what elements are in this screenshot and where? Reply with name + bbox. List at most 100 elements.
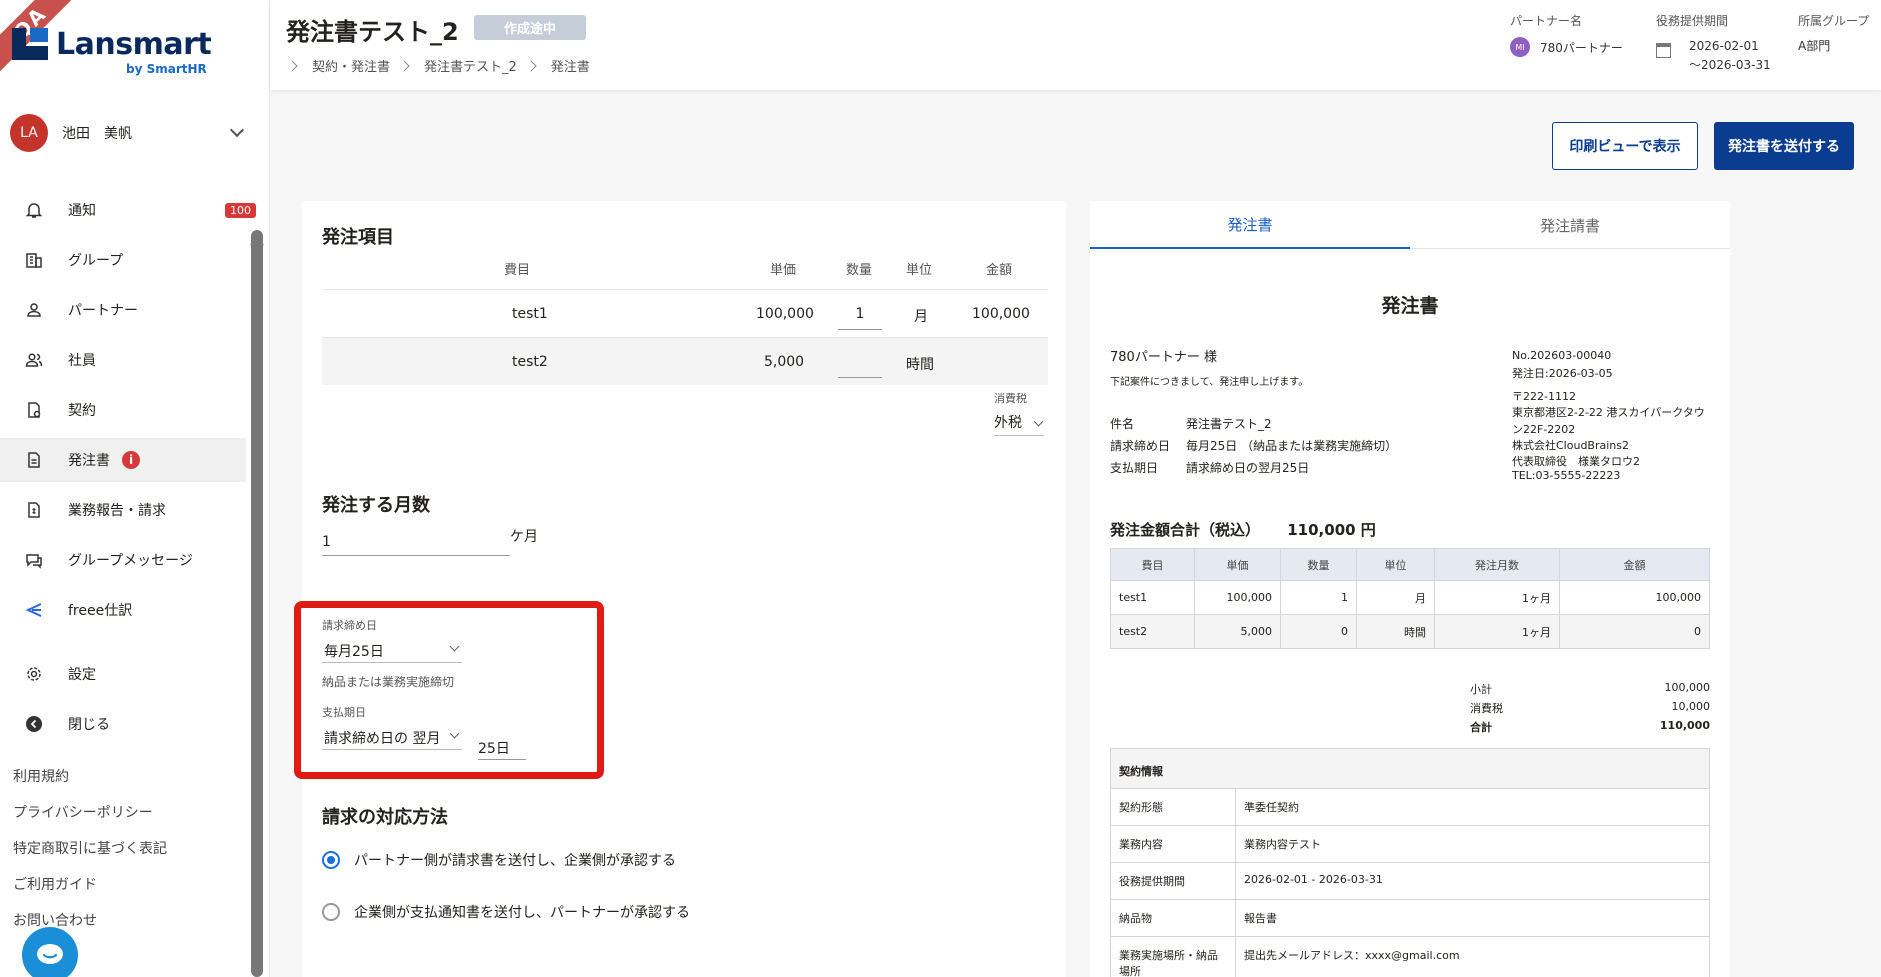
sidebar-item-partners[interactable]: パートナー xyxy=(0,288,246,332)
sidebar-item-settings[interactable]: 設定 xyxy=(0,652,246,696)
contract-value: 業務内容テスト xyxy=(1244,838,1321,851)
people-icon xyxy=(24,350,44,370)
sidebar-item-group-messages[interactable]: グループメッセージ xyxy=(0,538,246,582)
chevron-down-icon xyxy=(1033,416,1044,427)
period-meta: 役務提供期間 2026-02-01 〜2026-03-31 xyxy=(1656,12,1771,75)
support-chat-button[interactable] xyxy=(22,927,78,977)
gear-icon xyxy=(24,664,44,684)
period-value: 2026-02-01 〜2026-03-31 xyxy=(1656,37,1771,75)
tab-purchase-order[interactable]: 発注書 xyxy=(1090,201,1410,249)
contract-label: 契約形態 xyxy=(1111,789,1236,825)
contract-row: 納品物 報告書 xyxy=(1111,899,1709,936)
sum-label: 小計 xyxy=(1470,683,1492,696)
user-menu[interactable]: LA 池田 美帆 xyxy=(10,113,250,153)
tax-select[interactable]: 外税 xyxy=(994,412,1044,436)
item-unit: 時間 xyxy=(906,357,934,373)
preview-card: 発注書 発注請書 発注書 780パートナー 様 下記案件につきまして、発注申し上… xyxy=(1090,201,1730,977)
contract-value: 報告書 xyxy=(1244,912,1277,925)
sidebar-item-purchase-orders[interactable]: 発注書 i xyxy=(0,438,246,482)
sidebar-item-freee[interactable]: freee仕訳 xyxy=(0,588,246,632)
sidebar-item-employees[interactable]: 社員 xyxy=(0,338,246,382)
page-header: 発注書テスト_2 作成途中 契約・発注書 発注書テスト_2 発注書 パートナー名… xyxy=(270,0,1881,90)
col-header: 単位 xyxy=(1356,548,1435,581)
radio-label: 企業側が支払通知書を送付し、パートナーが承認する xyxy=(354,905,690,921)
terms-link[interactable]: 利用規約 xyxy=(13,766,69,786)
doc-address-line: 株式会社CloudBrains2 xyxy=(1512,439,1629,452)
sidebar-item-label: 発注書 xyxy=(68,453,110,469)
table-row: test1 100,000 1 月 100,000 xyxy=(322,289,1048,337)
months-unit: ケ月 xyxy=(510,529,538,545)
bell-icon xyxy=(24,200,44,220)
logo[interactable]: Lansmart xyxy=(12,28,212,62)
billing-method-option-partner[interactable]: パートナー側が請求書を送付し、企業側が承認する xyxy=(322,850,676,870)
commerce-law-link[interactable]: 特定商取引に基づく表記 xyxy=(13,838,167,858)
contract-title: 契約情報 xyxy=(1111,749,1709,789)
send-order-button[interactable]: 発注書を送付する xyxy=(1714,122,1854,170)
group-label: 所属グループ xyxy=(1798,14,1870,28)
doc-items-table: 費目 単価 数量 単位 発注月数 金額 test1 100,000 1 月 1ヶ… xyxy=(1110,548,1710,649)
doc-field-value: 請求締め日の翌月25日 xyxy=(1186,461,1310,475)
building-icon xyxy=(24,250,44,270)
order-items-title: 発注項目 xyxy=(322,227,394,248)
radio-selected[interactable] xyxy=(322,851,340,869)
sum-row: 小計 100,000 xyxy=(1470,681,1710,700)
breadcrumb-item: 発注書 xyxy=(550,60,590,75)
months-input[interactable]: 1 xyxy=(322,524,510,556)
sidebar-item-contracts[interactable]: 契約 xyxy=(0,388,246,432)
table-row: test1 100,000 1 月 1ヶ月 100,000 xyxy=(1110,580,1710,615)
status-badge: 作成途中 xyxy=(474,15,587,40)
alert-icon: i xyxy=(122,451,140,469)
breadcrumb-item[interactable]: 発注書テスト_2 xyxy=(424,56,517,75)
invoice-icon xyxy=(24,500,44,520)
contract-value: 提出先メールアドレス：xxxx@gmail.com xyxy=(1244,949,1460,962)
table-cell: 1 xyxy=(1280,580,1357,615)
sidebar-item-groups[interactable]: グループ xyxy=(0,238,246,282)
calendar-icon xyxy=(1656,42,1671,58)
tax-label: 消費税 xyxy=(994,392,1027,405)
col-header: 単価 xyxy=(1194,548,1281,581)
contract-label: 納品物 xyxy=(1111,900,1236,936)
privacy-link[interactable]: プライバシーポリシー xyxy=(13,802,153,822)
print-view-button[interactable]: 印刷ビューで表示 xyxy=(1552,122,1698,170)
col-header: 金額 xyxy=(1559,548,1710,581)
contract-row: 業務実施場所・納品場所 提出先メールアドレス：xxxx@gmail.com xyxy=(1111,936,1709,977)
page-title: 発注書テスト_2 xyxy=(286,18,459,46)
col-header: 単位 xyxy=(906,263,933,278)
preview-tabs: 発注書 発注請書 xyxy=(1090,201,1730,249)
sum-value: 110,000 xyxy=(1659,719,1710,732)
item-unit: 月 xyxy=(914,309,928,325)
doc-recipient: 780パートナー 様 xyxy=(1110,350,1217,365)
guide-link[interactable]: ご利用ガイド xyxy=(13,874,97,894)
doc-greeting: 下記案件につきまして、発注申し上げます。 xyxy=(1110,377,1309,388)
billing-method-option-company[interactable]: 企業側が支払通知書を送付し、パートナーが承認する xyxy=(322,902,690,922)
item-amount: 100,000 xyxy=(972,306,1030,322)
chevron-right-icon xyxy=(398,59,410,72)
sidebar-item-label: 設定 xyxy=(68,667,96,683)
sidebar-item-notifications[interactable]: 通知 100 xyxy=(0,188,256,232)
contract-rows: 契約形態 準委任契約 業務内容 業務内容テスト 役務提供期間 2026-02-01 -… xyxy=(1111,789,1709,977)
tax-value: 外税 xyxy=(994,415,1022,431)
breadcrumb-item[interactable]: 契約・発注書 xyxy=(312,56,390,75)
contract-value: 準委任契約 xyxy=(1244,801,1299,814)
partner-name[interactable]: 780パートナー xyxy=(1540,39,1623,56)
partner-label: パートナー名 xyxy=(1510,14,1583,28)
radio-unselected[interactable] xyxy=(322,903,340,921)
table-row: test2 5,000 0 時間 1ヶ月 0 xyxy=(1110,614,1710,649)
sum-row: 合計 110,000 xyxy=(1470,719,1710,738)
quantity-input[interactable]: 1 xyxy=(838,298,882,330)
sidebar-item-label: グループ xyxy=(68,253,124,269)
contract-row: 業務内容 業務内容テスト xyxy=(1111,825,1709,862)
contract-row: 役務提供期間 2026-02-01 - 2026-03-31 xyxy=(1111,862,1709,899)
sidebar-item-label: 業務報告・請求 xyxy=(68,503,166,519)
doc-field-label: 請求締め日 xyxy=(1110,439,1171,453)
contract-label: 業務内容 xyxy=(1111,826,1236,862)
doc-field-value: 発注書テスト_2 xyxy=(1186,417,1272,431)
quantity-input[interactable] xyxy=(838,346,882,378)
order-edit-card: 発注項目 費目 単価 数量 単位 金額 test1 100,000 1 月 10… xyxy=(302,201,1066,977)
table-cell: 0 xyxy=(1559,614,1710,649)
sidebar-item-reports[interactable]: 業務報告・請求 xyxy=(0,488,246,532)
sidebar-item-close[interactable]: 閉じる xyxy=(0,702,246,746)
sidebar-scrollbar[interactable] xyxy=(251,230,263,977)
doc-address-line: TEL:03-5555-22223 xyxy=(1512,469,1621,482)
tab-acceptance[interactable]: 発注請書 xyxy=(1410,201,1730,249)
